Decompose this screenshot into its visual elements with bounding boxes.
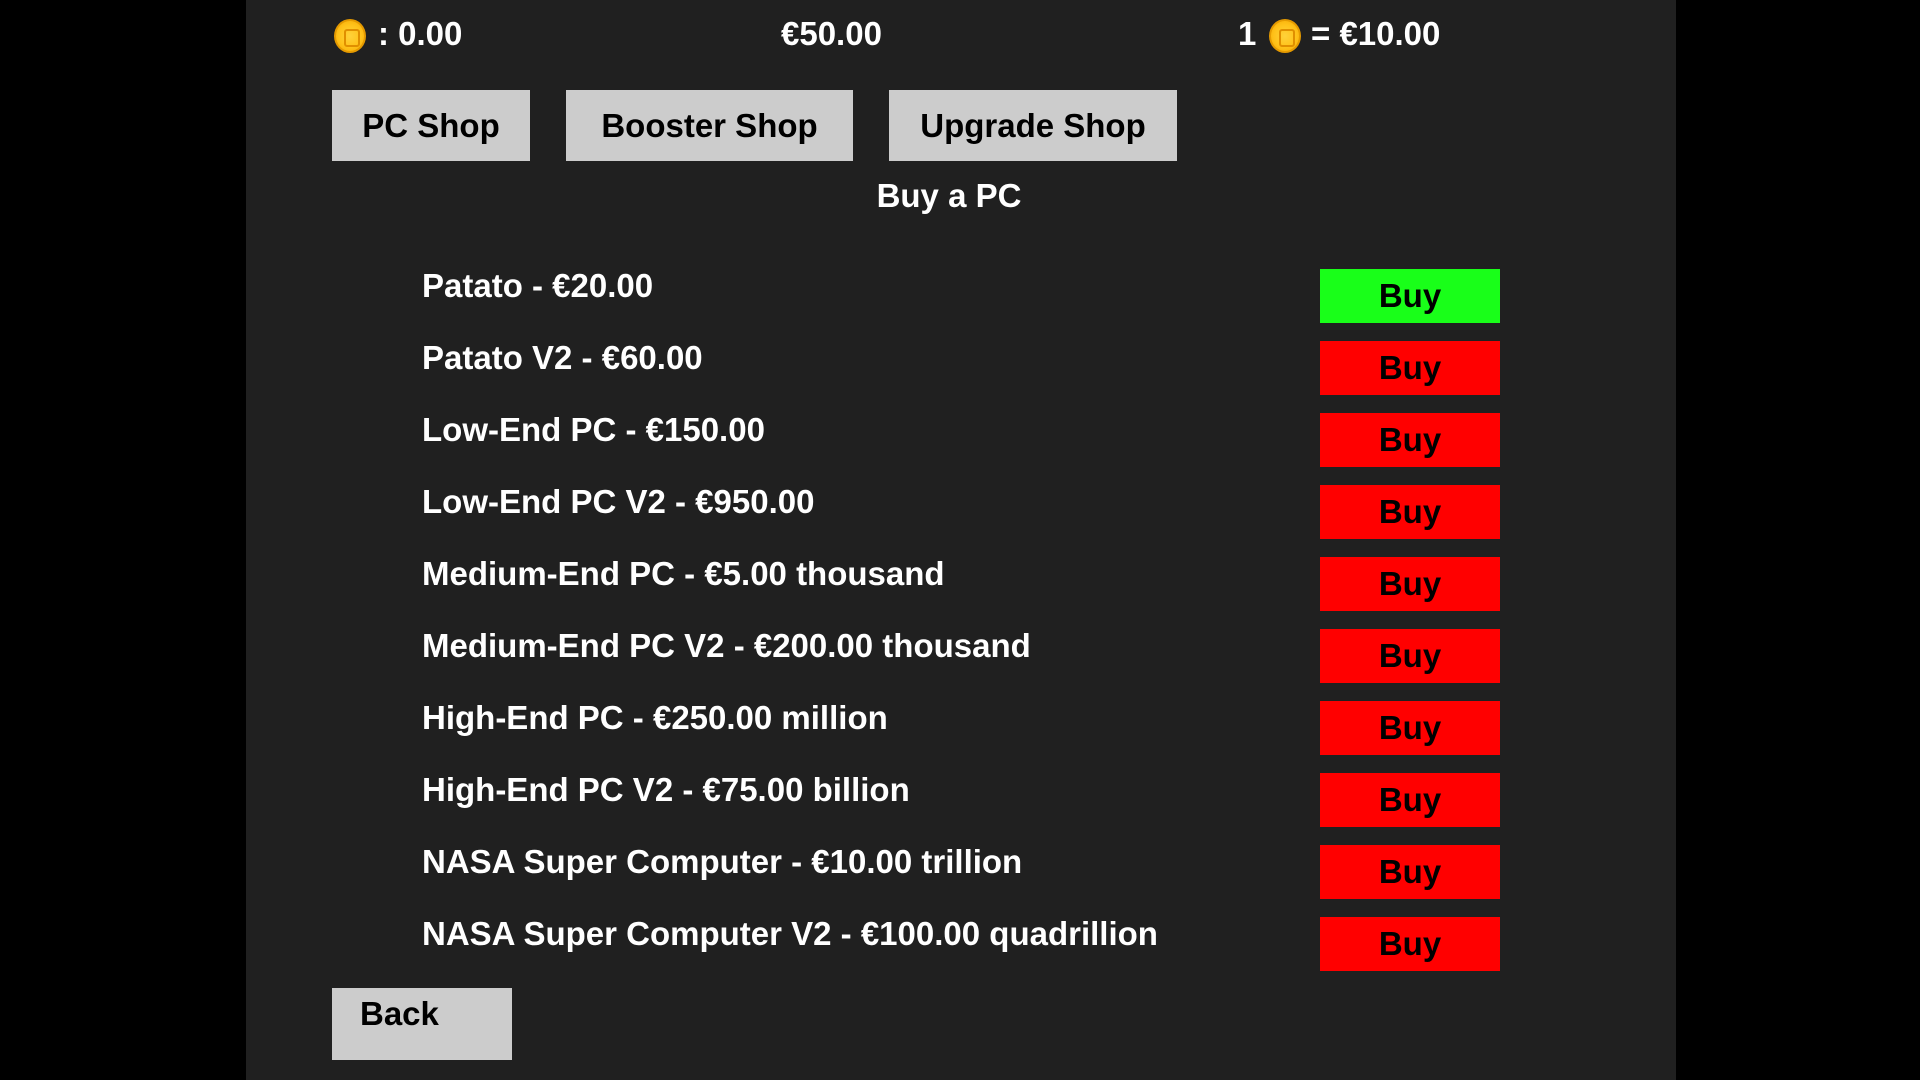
item-label: NASA Super Computer - €10.00 trillion [422,843,1023,880]
item-label: Medium-End PC - €5.00 thousand [422,555,945,592]
item-label: Patato - €20.00 [422,267,654,304]
buy-button[interactable]: Buy [1320,341,1500,395]
buy-button[interactable]: Buy [1320,701,1500,755]
item-label: Medium-End PC V2 - €200.00 thousand [422,627,1031,664]
item-label: Low-End PC - €150.00 [422,411,765,448]
buy-button[interactable]: Buy [1320,413,1500,467]
item-label: High-End PC V2 - €75.00 billion [422,771,910,808]
buy-button[interactable]: Buy [1320,773,1500,827]
money-balance: €50.00 [781,15,882,52]
buy-button[interactable]: Buy [1320,485,1500,539]
item-label: NASA Super Computer V2 - €100.00 quadril… [422,915,1158,952]
item-label: High-End PC - €250.00 million [422,699,888,736]
buy-button[interactable]: Buy [1320,629,1500,683]
exchange-rate-prefix: 1 [1238,15,1257,52]
buy-button[interactable]: Buy [1320,917,1500,971]
section-title: Buy a PC [876,177,1022,214]
item-label: Low-End PC V2 - €950.00 [422,483,815,520]
coin-icon [1269,19,1301,53]
back-button[interactable]: Back [332,988,512,1060]
exchange-rate-value: = €10.00 [1311,15,1441,52]
buy-button[interactable]: Buy [1320,845,1500,899]
tab-booster-shop[interactable]: Booster Shop [566,90,853,161]
item-label: Patato V2 - €60.00 [422,339,703,376]
tab-upgrade-shop[interactable]: Upgrade Shop [889,90,1177,161]
tab-pc-shop[interactable]: PC Shop [332,90,530,161]
buy-button[interactable]: Buy [1320,557,1500,611]
buy-button[interactable]: Buy [1320,269,1500,323]
coin-balance: : 0.00 [378,15,463,52]
coin-icon [334,19,366,53]
